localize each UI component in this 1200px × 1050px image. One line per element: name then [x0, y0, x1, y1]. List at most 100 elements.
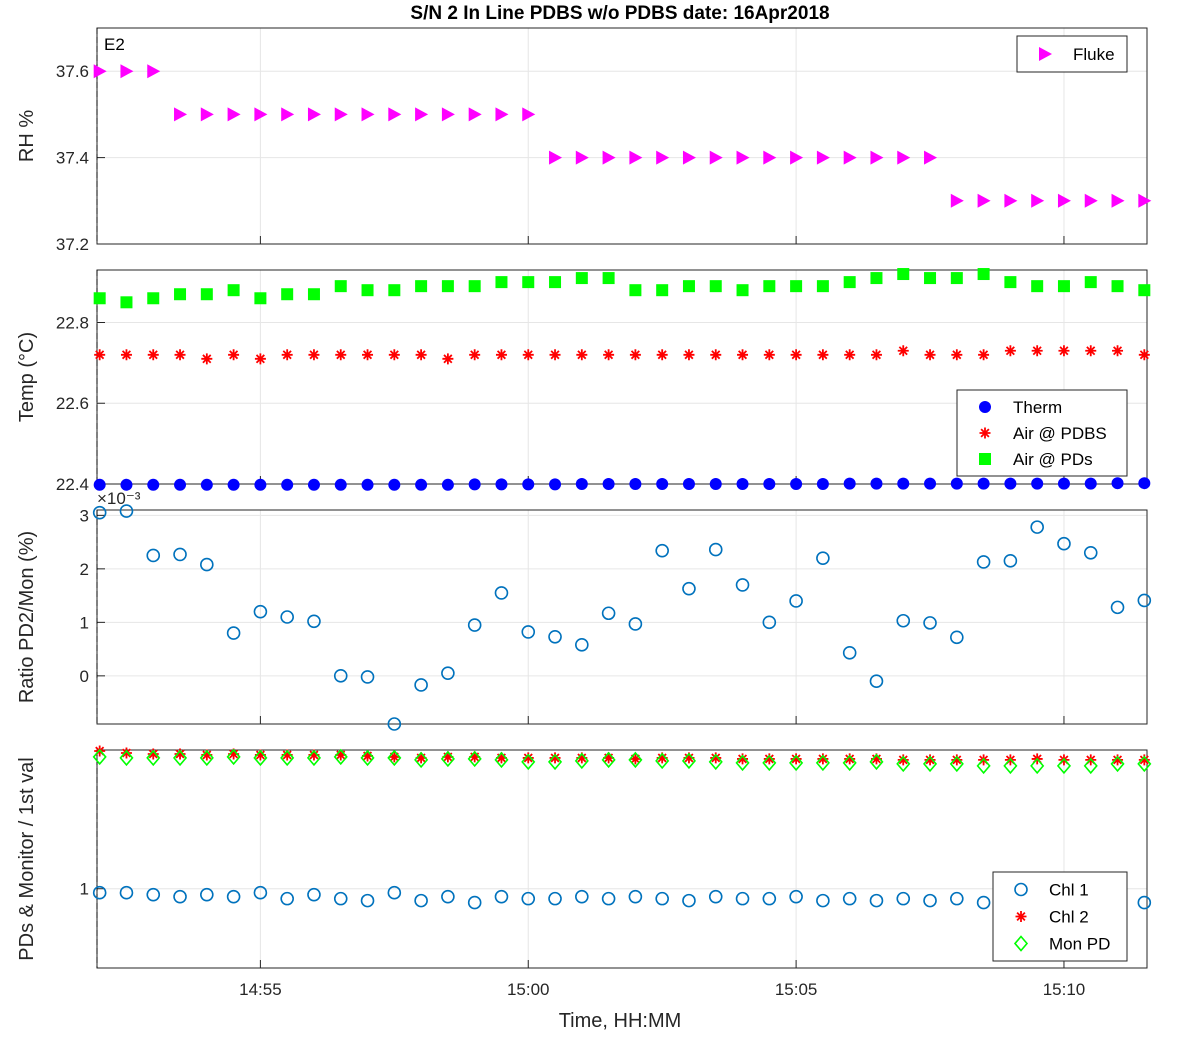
point-ratio	[146, 548, 161, 563]
point-fluke	[120, 64, 134, 79]
legend-marker	[979, 401, 991, 413]
point-chl-1	[816, 893, 830, 908]
point-chl-1	[333, 891, 348, 906]
point-chl-1	[307, 887, 321, 902]
point-therm	[575, 478, 588, 490]
point-ratio	[655, 543, 669, 558]
plot-area	[93, 64, 1152, 208]
point-air-pds	[495, 276, 508, 289]
point-fluke	[549, 150, 563, 165]
point-fluke	[441, 107, 455, 122]
panel-annotation: E2	[104, 35, 125, 54]
point-fluke	[736, 150, 750, 165]
point-chl-1	[842, 891, 857, 906]
point-ratio	[950, 630, 964, 645]
point-ratio	[601, 606, 616, 621]
point-air-pds	[870, 272, 883, 285]
legend-label: Therm	[1013, 398, 1062, 417]
point-ratio	[548, 629, 562, 644]
point-therm	[468, 478, 481, 491]
point-fluke	[870, 150, 884, 165]
legend: Chl 1 Chl 2 Mon PD	[992, 871, 1128, 962]
point-air-pds	[816, 280, 829, 293]
point-ratio	[842, 646, 857, 660]
point-ratio	[467, 618, 482, 632]
point-ratio	[360, 670, 375, 684]
point-air-pds	[388, 284, 401, 297]
point-air-pdbs	[1058, 345, 1070, 357]
point-therm	[307, 478, 320, 491]
point-fluke	[1138, 193, 1152, 208]
point-chl-1	[575, 889, 589, 904]
point-fluke	[388, 107, 402, 122]
point-chl-1	[467, 895, 482, 910]
y-exponent-label: ×10⁻³	[97, 489, 141, 508]
point-ratio	[1137, 593, 1152, 608]
point-therm	[549, 478, 562, 491]
point-fluke	[897, 150, 911, 165]
y-axis-label: Ratio PD2/Mon (%)	[16, 531, 38, 703]
point-chl-1	[441, 889, 455, 904]
point-air-pds	[147, 292, 160, 305]
point-chl-1	[735, 891, 750, 906]
point-therm	[602, 478, 615, 490]
point-ratio	[494, 586, 509, 600]
y-tick-label: 22.4	[56, 475, 89, 494]
point-air-pds	[441, 280, 454, 293]
point-air-pdbs	[710, 349, 722, 361]
point-therm	[629, 478, 642, 490]
point-air-pdbs	[415, 349, 427, 361]
point-air-pds	[1004, 276, 1017, 289]
point-therm	[1111, 477, 1124, 490]
panel-pds: 1 PDs & Monitor / 1st val Chl 1 Chl 2 Mon PD	[16, 745, 1152, 969]
point-fluke	[93, 64, 107, 79]
point-air-pdbs	[495, 349, 507, 361]
point-ratio	[441, 666, 455, 680]
point-air-pdbs	[951, 349, 963, 361]
point-therm	[227, 478, 240, 491]
point-therm	[736, 478, 749, 490]
point-therm	[870, 477, 883, 490]
legend-marker	[1015, 911, 1027, 922]
point-chl-1	[976, 895, 991, 910]
point-air-pds	[549, 276, 562, 289]
point-therm	[656, 478, 669, 490]
legend: Therm Air @ PDBS Air @ PDs	[956, 389, 1128, 477]
point-ratio	[307, 614, 321, 629]
point-fluke	[843, 150, 857, 165]
point-air-pdbs	[1085, 345, 1097, 357]
point-chl-1	[950, 891, 964, 906]
point-air-pdbs	[281, 349, 293, 361]
plot-area	[92, 745, 1152, 910]
point-fluke	[1111, 193, 1125, 208]
point-air-pds	[227, 284, 240, 297]
point-therm	[763, 478, 776, 490]
point-fluke	[281, 107, 295, 122]
point-ratio	[1110, 600, 1125, 615]
point-fluke	[1004, 193, 1018, 208]
point-ratio	[816, 551, 830, 565]
point-air-pdbs	[549, 349, 561, 361]
point-air-pds	[629, 284, 642, 297]
point-ratio	[628, 617, 643, 631]
point-fluke	[977, 193, 991, 208]
point-air-pdbs	[737, 349, 749, 361]
point-air-pds	[1057, 280, 1070, 293]
point-air-pds	[950, 272, 963, 285]
point-chl-1	[146, 887, 161, 902]
point-air-pds	[977, 268, 990, 281]
point-air-pdbs	[897, 345, 909, 357]
panel-temp: 22.4 22.6 22.8 Temp (°C) Therm Air @ PDBS Air …	[16, 268, 1151, 494]
y-tick-label: 2	[80, 560, 89, 579]
point-air-pds	[415, 280, 428, 293]
point-chl-1	[869, 893, 884, 908]
panel-ratio: 0 1 2 3 Ratio PD2/Mon (%) ×10⁻³	[16, 489, 1152, 731]
axes-box	[96, 509, 1148, 725]
point-air-pdbs	[388, 349, 400, 361]
point-air-pdbs	[790, 349, 802, 361]
y-tick-label: 37.6	[56, 62, 89, 81]
point-fluke	[950, 193, 964, 208]
point-air-pdbs	[629, 349, 641, 361]
y-tick-label: 1	[80, 613, 89, 632]
point-ratio	[896, 613, 911, 628]
